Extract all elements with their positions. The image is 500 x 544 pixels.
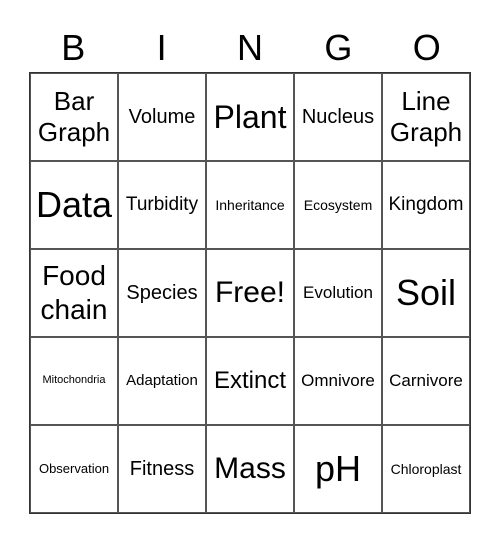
free-cell: Free! — [206, 249, 294, 337]
bingo-cell: Kingdom — [382, 161, 470, 249]
bingo-cell: Adaptation — [118, 337, 206, 425]
bingo-cell: Observation — [30, 425, 118, 513]
bingo-cell: Mass — [206, 425, 294, 513]
bingo-cell: Food chain — [30, 249, 118, 337]
bingo-cell: Nucleus — [294, 73, 382, 161]
bingo-cell: Line Graph — [382, 73, 470, 161]
bingo-header: B I N G O — [29, 24, 471, 72]
bingo-cell: Bar Graph — [30, 73, 118, 161]
bingo-cell: Chloroplast — [382, 425, 470, 513]
bingo-cell: Omnivore — [294, 337, 382, 425]
bingo-cell: Species — [118, 249, 206, 337]
bingo-cell: pH — [294, 425, 382, 513]
header-letter-n: N — [236, 27, 263, 68]
bingo-grid: Bar Graph Volume Plant Nucleus Line Grap… — [29, 72, 471, 514]
bingo-cell: Evolution — [294, 249, 382, 337]
bingo-cell: Plant — [206, 73, 294, 161]
bingo-cell: Data — [30, 161, 118, 249]
bingo-cell: Soil — [382, 249, 470, 337]
bingo-cell: Volume — [118, 73, 206, 161]
bingo-cell: Turbidity — [118, 161, 206, 249]
bingo-cell: Mitochondria — [30, 337, 118, 425]
bingo-cell: Fitness — [118, 425, 206, 513]
header-letter-b: B — [61, 27, 86, 68]
bingo-cell: Carnivore — [382, 337, 470, 425]
header-letter-o: O — [412, 27, 441, 68]
header-letter-i: I — [156, 27, 167, 68]
bingo-cell: Extinct — [206, 337, 294, 425]
header-letter-g: G — [324, 27, 353, 68]
bingo-cell: Inheritance — [206, 161, 294, 249]
bingo-cell: Ecosystem — [294, 161, 382, 249]
